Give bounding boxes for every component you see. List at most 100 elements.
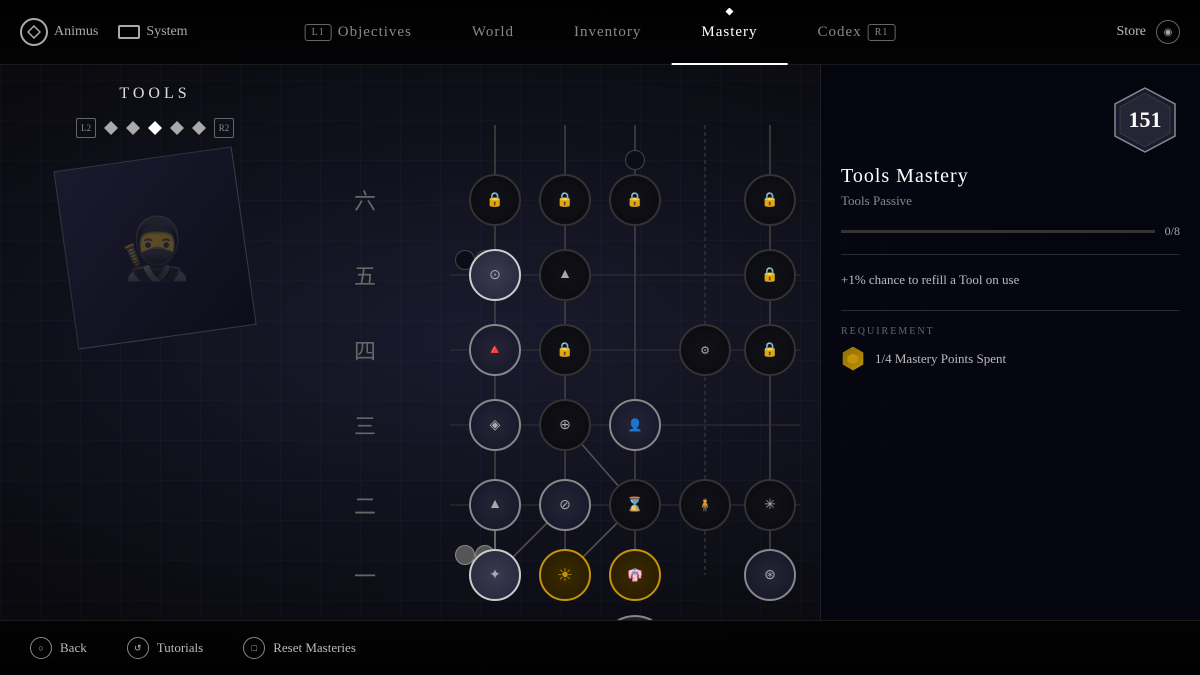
tier-diamond-5[interactable] [192, 121, 206, 135]
node-tier5-col2[interactable]: ▲ [539, 249, 591, 301]
mastery-progress-row: 0/8 [841, 224, 1180, 239]
node-tier6-col2-inner: 🔒 [544, 179, 586, 221]
progress-current: 0 [1165, 224, 1171, 238]
node-tier2-col1[interactable]: ▲ [469, 479, 521, 531]
mastery-points-value: 151 [1129, 107, 1162, 133]
section-title: TOOLS [20, 85, 290, 103]
node-tier5-col3-inner: 🔒 [749, 254, 791, 296]
r2-button[interactable]: R2 [214, 118, 234, 138]
node-tier4-col4[interactable]: 🔒 [744, 324, 796, 376]
codex-tab-label: Codex [818, 24, 862, 41]
system-nav-item[interactable]: System [118, 24, 187, 40]
node-tier1-col1[interactable]: ✦ [469, 549, 521, 601]
node-tier2-col4-inner: 🧍 [684, 484, 726, 526]
top-navigation: Animus System L1 Objectives World Invent… [0, 0, 1200, 65]
tab-inventory[interactable]: Inventory [544, 0, 671, 65]
tab-objectives[interactable]: L1 Objectives [275, 0, 442, 65]
reset-masteries-button-icon: □ [243, 637, 265, 659]
back-button-label: Back [60, 640, 87, 656]
tier-label-6: 六 [354, 184, 376, 216]
node-tier3-col1[interactable]: ◈ [469, 399, 521, 451]
character-card: 🥷 [53, 146, 256, 349]
mastery-title: Tools Mastery [841, 165, 1180, 188]
objectives-tab-label: Objectives [338, 24, 412, 41]
inventory-tab-label: Inventory [574, 24, 641, 41]
progress-bar-container [841, 230, 1155, 233]
animus-icon [20, 18, 48, 46]
tab-mastery[interactable]: Mastery [671, 0, 787, 65]
node-tier4-col1[interactable]: 🔺 [469, 324, 521, 376]
reset-masteries-button[interactable]: □ Reset Masteries [243, 637, 356, 659]
node-tier6-col3[interactable]: 🔒 [609, 174, 661, 226]
node-tier5-col3[interactable]: 🔒 [744, 249, 796, 301]
tutorials-button-icon: ↺ [127, 637, 149, 659]
tutorials-button-label: Tutorials [157, 640, 203, 656]
description-text: +1% chance to refill a Tool on use [841, 270, 1180, 290]
node-tier2-col1-inner: ▲ [474, 484, 516, 526]
store-icon[interactable]: ◉ [1156, 20, 1180, 44]
node-tier2-col4[interactable]: 🧍 [679, 479, 731, 531]
requirement-item: 1/4 Mastery Points Spent [841, 347, 1180, 371]
node-tier4-col2-inner: 🔒 [544, 329, 586, 371]
tab-world[interactable]: World [442, 0, 544, 65]
node-tier3-col2[interactable]: ⊕ [539, 399, 591, 451]
node-tier1-col3[interactable]: 👘 [609, 549, 661, 601]
node-tier2-col3-inner: ⌛ [614, 484, 656, 526]
divider-2 [841, 310, 1180, 311]
node-tier2-col3[interactable]: ⌛ [609, 479, 661, 531]
node-tier6-col2[interactable]: 🔒 [539, 174, 591, 226]
node-tier6-col1[interactable]: 🔒 [469, 174, 521, 226]
requirement-label: REQUIREMENT [841, 326, 1180, 337]
node-tier1-col5-inner: ⊛ [749, 554, 791, 596]
tier-diamond-2[interactable] [126, 121, 140, 135]
node-tier3-col2-inner: ⊕ [544, 404, 586, 446]
skill-tree-canvas: 一 ✦ ☀ 👘 ⊛ 習得 二 ▲ ⊘ ⌛ 🧍 [310, 65, 820, 620]
node-tier4-col2[interactable]: 🔒 [539, 324, 591, 376]
node-tier6-col1-inner: 🔒 [474, 179, 516, 221]
node-tier2-col5-inner: ✳ [749, 484, 791, 526]
node-tier5-col1[interactable]: ⊙ [469, 249, 521, 301]
tier-diamond-3-active[interactable] [148, 121, 162, 135]
back-button-icon: ○ [30, 637, 52, 659]
tutorials-button[interactable]: ↺ Tutorials [127, 637, 203, 659]
requirement-text: 1/4 Mastery Points Spent [875, 351, 1006, 367]
r1-badge: R1 [868, 24, 896, 41]
world-tab-label: World [472, 24, 514, 41]
mastery-points-badge-container: 151 [1110, 85, 1180, 155]
back-button[interactable]: ○ Back [30, 637, 87, 659]
node-tier4-col3-inner: ⚙ [684, 329, 726, 371]
nav-center-tabs: L1 Objectives World Inventory Mastery Co… [275, 0, 926, 65]
node-tier1-col3-inner: 👘 [614, 554, 656, 596]
node-tier1-col5[interactable]: ⊛ [744, 549, 796, 601]
node-tier1-col2[interactable]: ☀ [539, 549, 591, 601]
node-tier6-col4[interactable]: 🔒 [744, 174, 796, 226]
node-tier2-col5[interactable]: ✳ [744, 479, 796, 531]
tier-diamond-4[interactable] [170, 121, 184, 135]
tier-label-3: 三 [354, 409, 376, 441]
skill-tree: 一 ✦ ☀ 👘 ⊛ 習得 二 ▲ ⊘ ⌛ 🧍 [310, 65, 820, 620]
bottom-bar: ○ Back ↺ Tutorials □ Reset Masteries [0, 620, 1200, 675]
system-label: System [146, 24, 187, 40]
requirement-icon [841, 347, 865, 371]
l2-button[interactable]: L2 [76, 118, 96, 138]
node-tier2-col2[interactable]: ⊘ [539, 479, 591, 531]
animus-nav-item[interactable]: Animus [20, 18, 98, 46]
tier-label-5: 五 [354, 259, 376, 291]
tier-diamond-1[interactable] [104, 121, 118, 135]
node-tier1-col2-inner: ☀ [544, 554, 586, 596]
store-label: Store [1116, 24, 1146, 40]
small-node-6-top [625, 150, 645, 170]
tab-codex[interactable]: Codex R1 [788, 0, 926, 65]
progress-max: 8 [1174, 224, 1180, 238]
node-tier4-col3[interactable]: ⚙ [679, 324, 731, 376]
divider-1 [841, 254, 1180, 255]
left-panel: TOOLS L2 R2 🥷 [0, 65, 310, 620]
node-tier5-col2-inner: ▲ [544, 254, 586, 296]
l1-badge: L1 [305, 24, 332, 41]
node-tier1-col1-inner: ✦ [474, 554, 516, 596]
mastery-subtitle: Tools Passive [841, 193, 1180, 209]
character-silhouette: 🥷 [118, 213, 193, 284]
node-tier3-col1-inner: ◈ [474, 404, 516, 446]
tier-diamonds: L2 R2 [20, 118, 290, 138]
node-tier3-col3[interactable]: 👤 [609, 399, 661, 451]
